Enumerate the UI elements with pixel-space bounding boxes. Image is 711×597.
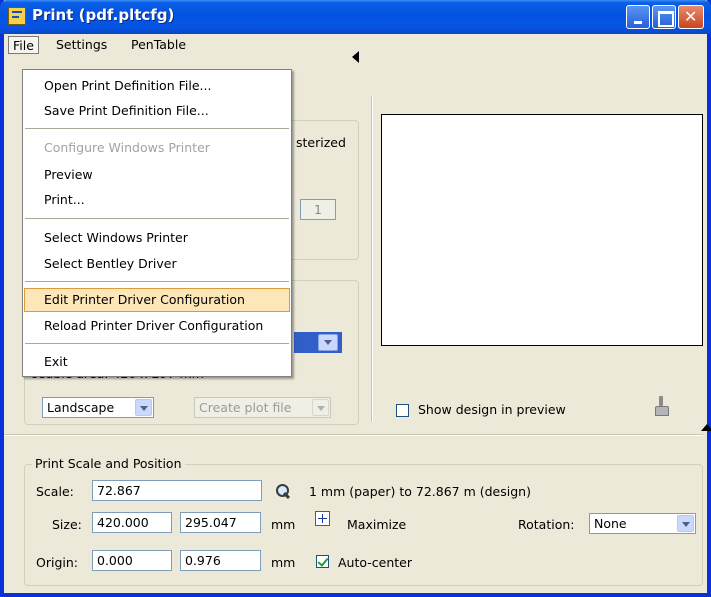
title-bar[interactable]: Print (pdf.pltcfg) [0, 0, 711, 34]
scale-label: Scale: [36, 484, 74, 499]
size-y-input[interactable]: 295.047 [180, 512, 261, 533]
size-x-input[interactable]: 420.000 [92, 512, 172, 533]
menu-item-edit-printer-driver-configuration[interactable]: Edit Printer Driver Configuration [24, 288, 290, 312]
menu-separator [25, 281, 289, 282]
menu-item-reload-printer-driver-configuration[interactable]: Reload Printer Driver Configuration [24, 314, 290, 338]
search-icon[interactable] [275, 483, 291, 499]
maximize-button[interactable] [652, 5, 676, 29]
menu-separator [25, 343, 289, 344]
scale-input[interactable]: 72.867 [92, 480, 262, 501]
rotation-value: None [594, 516, 627, 531]
menu-item-configure-windows-printer: Configure Windows Printer [44, 140, 210, 155]
plot-file-select[interactable]: Create plot file [194, 397, 331, 418]
menu-pentable[interactable]: PenTable [125, 36, 192, 54]
size-units: mm [271, 517, 296, 532]
menu-item-open-print-definition[interactable]: Open Print Definition File... [24, 74, 290, 98]
divider [4, 434, 703, 436]
origin-label: Origin: [36, 555, 78, 570]
menu-item-save-print-definition[interactable]: Save Print Definition File... [24, 99, 290, 123]
plot-file-value: Create plot file [199, 400, 292, 415]
origin-y-input[interactable]: 0.976 [180, 550, 261, 571]
orientation-select[interactable]: Landscape [42, 397, 154, 418]
chevron-down-icon[interactable] [318, 334, 338, 351]
menu-item-print[interactable]: Print... [24, 188, 290, 212]
copies-field[interactable]: 1 [300, 199, 336, 220]
chevron-down-icon[interactable] [677, 515, 694, 532]
menu-separator [25, 128, 289, 129]
brush-icon[interactable] [652, 396, 670, 416]
close-button[interactable] [678, 5, 704, 29]
collapse-left-arrow-icon[interactable] [352, 51, 359, 63]
menu-item-exit[interactable]: Exit [24, 350, 290, 374]
chevron-down-icon[interactable] [135, 399, 152, 416]
maximize-icon[interactable] [315, 511, 330, 526]
scale-description: 1 mm (paper) to 72.867 m (design) [309, 484, 531, 499]
preview-area [381, 114, 703, 346]
maximize-label: Maximize [347, 517, 407, 532]
menu-item-preview[interactable]: Preview [24, 163, 290, 187]
collapse-up-arrow-icon[interactable] [701, 424, 711, 431]
printer-app-icon [8, 7, 26, 25]
rotation-select[interactable]: None [589, 513, 696, 534]
menu-settings[interactable]: Settings [50, 36, 113, 54]
menu-item-select-windows-printer[interactable]: Select Windows Printer [24, 226, 290, 250]
origin-x-input[interactable]: 0.000 [92, 550, 172, 571]
size-label: Size: [52, 517, 82, 532]
menu-item-select-bentley-driver[interactable]: Select Bentley Driver [24, 252, 290, 276]
show-design-label: Show design in preview [418, 402, 566, 417]
auto-center-checkbox[interactable] [316, 555, 329, 568]
origin-units: mm [271, 555, 296, 570]
minimize-button[interactable] [626, 5, 650, 29]
window-title: Print (pdf.pltcfg) [32, 6, 175, 24]
scale-group-title: Print Scale and Position [32, 456, 185, 471]
menu-file[interactable]: File [8, 36, 39, 54]
orientation-value: Landscape [47, 400, 115, 415]
chevron-down-icon [312, 399, 329, 416]
menu-separator [25, 218, 289, 219]
rasterized-label: sterized [296, 135, 346, 150]
show-design-checkbox[interactable] [396, 404, 409, 417]
panel-splitter[interactable] [371, 96, 373, 422]
rotation-label: Rotation: [518, 517, 575, 532]
auto-center-label: Auto-center [338, 555, 412, 570]
file-menu-dropdown: Open Print Definition File... Save Print… [22, 69, 292, 377]
